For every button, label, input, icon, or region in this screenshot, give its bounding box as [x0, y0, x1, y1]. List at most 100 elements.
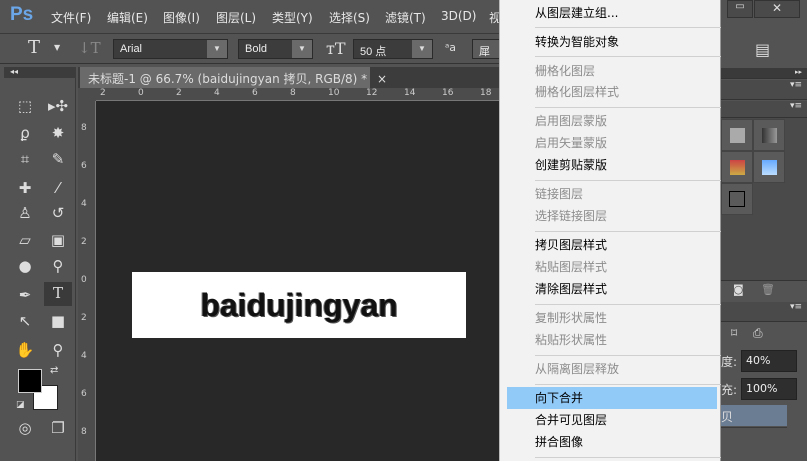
font-style-select[interactable]: Bold ▼: [238, 39, 313, 59]
path-selection-icon[interactable]: ↖: [13, 310, 37, 332]
eyedropper-icon[interactable]: ✎: [46, 148, 70, 170]
foreground-color-swatch[interactable]: [18, 369, 42, 393]
styles-panel: [721, 118, 807, 281]
lasso-tool-icon[interactable]: ϼ: [13, 122, 37, 144]
style-swatch[interactable]: [721, 151, 753, 183]
rectangle-tool-icon[interactable]: ■: [46, 310, 70, 332]
gradient-tool-icon[interactable]: ▣: [46, 229, 70, 251]
maximize-button[interactable]: ▭: [727, 0, 753, 18]
context-menu-item[interactable]: 合并可见图层: [500, 409, 720, 431]
context-menu-item[interactable]: 拼合图像: [500, 431, 720, 453]
ruler-tick-label: 2: [176, 88, 182, 98]
ruler-tick-label: 18: [480, 88, 492, 98]
blur-tool-icon[interactable]: ●: [13, 255, 37, 277]
canvas-text-layer[interactable]: baidujingyan: [200, 287, 397, 323]
quick-mask-icon[interactable]: ◎: [13, 417, 37, 439]
document-canvas[interactable]: baidujingyan: [132, 272, 466, 338]
menu-type[interactable]: 类型(Y): [272, 9, 313, 26]
stamp-tool-icon[interactable]: ♙: [13, 202, 37, 224]
menu-layer[interactable]: 图层(L): [216, 9, 256, 26]
layer-name: 贝: [721, 410, 734, 424]
screen-mode-icon[interactable]: ❐: [46, 417, 70, 439]
ruler-tick-label: 8: [81, 123, 87, 133]
antialias-icon: ᵃa: [445, 41, 457, 54]
collapse-icon[interactable]: ◂◂: [4, 67, 76, 78]
context-menu-item[interactable]: 拷贝图层样式: [500, 234, 720, 256]
context-menu-item[interactable]: 清除图层样式: [500, 278, 720, 300]
context-menu-item: 复制形状属性: [535, 311, 608, 325]
chevron-down-icon: ▼: [207, 40, 227, 58]
ruler-origin[interactable]: [78, 88, 96, 101]
menu-filter[interactable]: 滤镜(T): [385, 9, 426, 26]
trash-icon[interactable]: 🗑: [761, 283, 775, 296]
new-style-icon[interactable]: ◙: [733, 283, 744, 296]
brush-tool-icon[interactable]: ⁄: [46, 177, 70, 199]
opacity-input[interactable]: 40%: [741, 350, 797, 372]
context-menu-item[interactable]: 向下合并: [507, 387, 717, 409]
font-size-value: 50 点: [360, 46, 387, 58]
history-brush-icon[interactable]: ↺: [46, 202, 70, 224]
font-size-select[interactable]: 50 点 ▼: [353, 39, 433, 59]
ruler-tick-label: 6: [252, 88, 258, 98]
vertical-ruler[interactable]: 8 6 4 2 0 2 4 6 8: [78, 101, 96, 461]
menu-file[interactable]: 文件(F): [51, 9, 91, 26]
style-swatch[interactable]: [753, 151, 785, 183]
menu-3d[interactable]: 3D(D): [441, 9, 476, 23]
expand-panels-icon[interactable]: ▸▸: [721, 68, 807, 79]
move-tool-icon[interactable]: ▸✣: [46, 95, 70, 117]
ruler-tick-label: 4: [81, 351, 87, 361]
horizontal-ruler[interactable]: 2 0 2 4 6 8 10 12 14 16 18: [96, 88, 500, 101]
magic-wand-icon[interactable]: ✸: [46, 122, 70, 144]
menu-separator: [535, 355, 722, 356]
menu-select[interactable]: 选择(S): [329, 9, 370, 26]
marquee-tool-icon[interactable]: ⬚: [13, 95, 37, 117]
fill-input[interactable]: 100%: [741, 378, 797, 400]
opacity-label: 度:: [721, 355, 738, 369]
layer-row[interactable]: [721, 427, 787, 449]
ruler-tick-label: 6: [81, 161, 87, 171]
pen-tool-icon[interactable]: ✒: [13, 284, 37, 306]
antialias-select[interactable]: 犀利: [472, 39, 502, 59]
style-swatch[interactable]: [721, 183, 753, 215]
ruler-tick-label: 16: [442, 88, 454, 98]
type-tool-icon[interactable]: T: [44, 282, 72, 306]
opacity-value: 40%: [746, 354, 771, 367]
hand-tool-icon[interactable]: ✋: [13, 339, 37, 361]
dodge-tool-icon[interactable]: ⚲: [46, 255, 70, 277]
lock-icon[interactable]: ⎙: [753, 326, 763, 341]
swap-colors-icon[interactable]: ⇄: [50, 365, 58, 376]
context-menu-item[interactable]: 创建剪贴蒙版: [500, 154, 720, 176]
style-swatch[interactable]: [721, 119, 753, 151]
type-tool-icon[interactable]: T: [28, 37, 40, 58]
context-menu-item: 栅格化图层样式: [535, 85, 620, 99]
style-swatch[interactable]: [753, 119, 785, 151]
panel-menu-icon[interactable]: ▾≡: [721, 302, 807, 322]
toolbox: ◂◂ ⬚ ▸✣ ϼ ✸ ⌗ ✎ ✚ ⁄ ♙ ↺ ▱ ▣ ● ⚲ ✒ T ↖ ■ …: [4, 67, 76, 461]
menu-image[interactable]: 图像(I): [163, 9, 200, 26]
document-tab[interactable]: 未标题-1 @ 66.7% (baidujingyan 拷贝, RGB/8) *…: [80, 67, 387, 88]
panel-menu-icon[interactable]: ▾≡: [721, 101, 807, 118]
document-tab-title: 未标题-1 @ 66.7% (baidujingyan 拷贝, RGB/8) *: [88, 72, 368, 86]
default-colors-icon[interactable]: ◪: [16, 400, 25, 410]
font-family-select[interactable]: Arial ▼: [113, 39, 228, 59]
close-window-button[interactable]: ✕: [754, 0, 800, 18]
context-menu-item[interactable]: 转换为智能对象: [500, 31, 720, 53]
menu-edit[interactable]: 编辑(E): [107, 9, 148, 26]
ruler-tick-label: 6: [81, 389, 87, 399]
panel-toggle-icon[interactable]: ▤: [755, 40, 770, 59]
close-tab-icon[interactable]: ×: [377, 72, 387, 86]
ruler-tick-label: 2: [81, 313, 87, 323]
healing-brush-icon[interactable]: ✚: [13, 177, 37, 199]
panel-menu-icon[interactable]: ▾≡: [721, 80, 807, 100]
fill-value: 100%: [746, 382, 778, 395]
chevron-down-icon[interactable]: ▼: [54, 43, 60, 52]
crop-tool-icon[interactable]: ⌗: [13, 148, 37, 170]
transform-icon[interactable]: ⌑: [731, 326, 737, 340]
eraser-tool-icon[interactable]: ▱: [13, 229, 37, 251]
layer-row-selected[interactable]: 贝: [721, 405, 787, 426]
context-menu-item[interactable]: 从图层建立组...: [500, 2, 720, 24]
right-panels: ▭ ✕ ▤ ▸▸ ▾≡ ▾≡ ◙ 🗑 ▾≡ ⌑ ⎙ 度: 40% 充: 100%…: [721, 0, 807, 461]
ruler-tick-label: 8: [290, 88, 296, 98]
zoom-tool-icon[interactable]: ⚲: [46, 339, 70, 361]
orientation-toggle-icon[interactable]: ↓T: [78, 39, 101, 57]
